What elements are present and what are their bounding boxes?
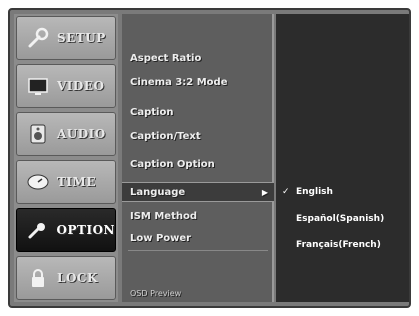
menu-item-aspect-ratio[interactable]: Aspect Ratio xyxy=(122,48,274,68)
tab-label: VIDEO xyxy=(57,79,105,93)
language-option-label: Español(Spanish) xyxy=(296,214,385,224)
menu-item-osd-preview[interactable]: OSD Preview xyxy=(122,286,274,300)
clock-icon xyxy=(25,169,51,195)
tv-icon xyxy=(25,73,51,99)
tab-label: OPTION xyxy=(56,223,115,237)
tab-label: AUDIO xyxy=(57,127,106,141)
wrench-icon xyxy=(25,25,51,51)
menu-item-ism-method[interactable]: ISM Method xyxy=(122,206,274,226)
category-tab-column: SETUP VIDEO AUDIO TIME OPTION LOCK xyxy=(14,14,118,302)
menu-item-low-power[interactable]: Low Power xyxy=(122,228,274,248)
tab-label: LOCK xyxy=(57,271,98,285)
menu-item-caption[interactable]: Caption xyxy=(122,102,274,122)
language-option-spanish[interactable]: Español(Spanish) xyxy=(282,210,384,228)
language-options-panel: ✓ English Español(Spanish) Français(Fren… xyxy=(276,14,409,302)
option-icon xyxy=(25,217,51,243)
language-option-english[interactable]: ✓ English xyxy=(282,183,333,201)
menu-item-language[interactable]: Language ▶ xyxy=(122,182,274,202)
checkmark-icon: ✓ xyxy=(282,187,290,197)
menu-item-label: Low Power xyxy=(130,232,192,244)
tab-lock[interactable]: LOCK xyxy=(16,256,116,300)
tab-label: TIME xyxy=(57,175,96,189)
option-menu-list: Aspect Ratio Cinema 3:2 Mode Caption Cap… xyxy=(122,14,274,302)
menu-item-label: Caption Option xyxy=(130,158,215,170)
menu-item-label: Caption/Text xyxy=(130,130,201,142)
tab-audio[interactable]: AUDIO xyxy=(16,112,116,156)
tab-label: SETUP xyxy=(57,31,106,45)
menu-item-label: Aspect Ratio xyxy=(130,52,202,64)
menu-item-label: Caption xyxy=(130,106,174,118)
menu-item-label: Language xyxy=(130,186,186,198)
tab-option[interactable]: OPTION xyxy=(16,208,116,252)
menu-item-caption-text[interactable]: Caption/Text xyxy=(122,126,274,146)
lock-icon xyxy=(25,265,51,291)
language-option-french[interactable]: Français(French) xyxy=(282,236,381,254)
language-option-label: English xyxy=(296,187,333,197)
tab-setup[interactable]: SETUP xyxy=(16,16,116,60)
speaker-icon xyxy=(25,121,51,147)
menu-item-label: OSD Preview xyxy=(130,288,182,298)
osd-menu-window: SETUP VIDEO AUDIO TIME OPTION LOCK Aspec… xyxy=(8,8,411,308)
menu-item-caption-option[interactable]: Caption Option xyxy=(122,154,274,174)
language-option-label: Français(French) xyxy=(296,240,381,250)
chevron-right-icon: ▶ xyxy=(261,187,268,197)
tab-time[interactable]: TIME xyxy=(16,160,116,204)
tab-video[interactable]: VIDEO xyxy=(16,64,116,108)
menu-item-cinema-mode[interactable]: Cinema 3:2 Mode xyxy=(122,72,274,92)
menu-divider xyxy=(128,250,268,251)
menu-item-label: Cinema 3:2 Mode xyxy=(130,76,228,88)
menu-item-label: ISM Method xyxy=(130,210,198,222)
